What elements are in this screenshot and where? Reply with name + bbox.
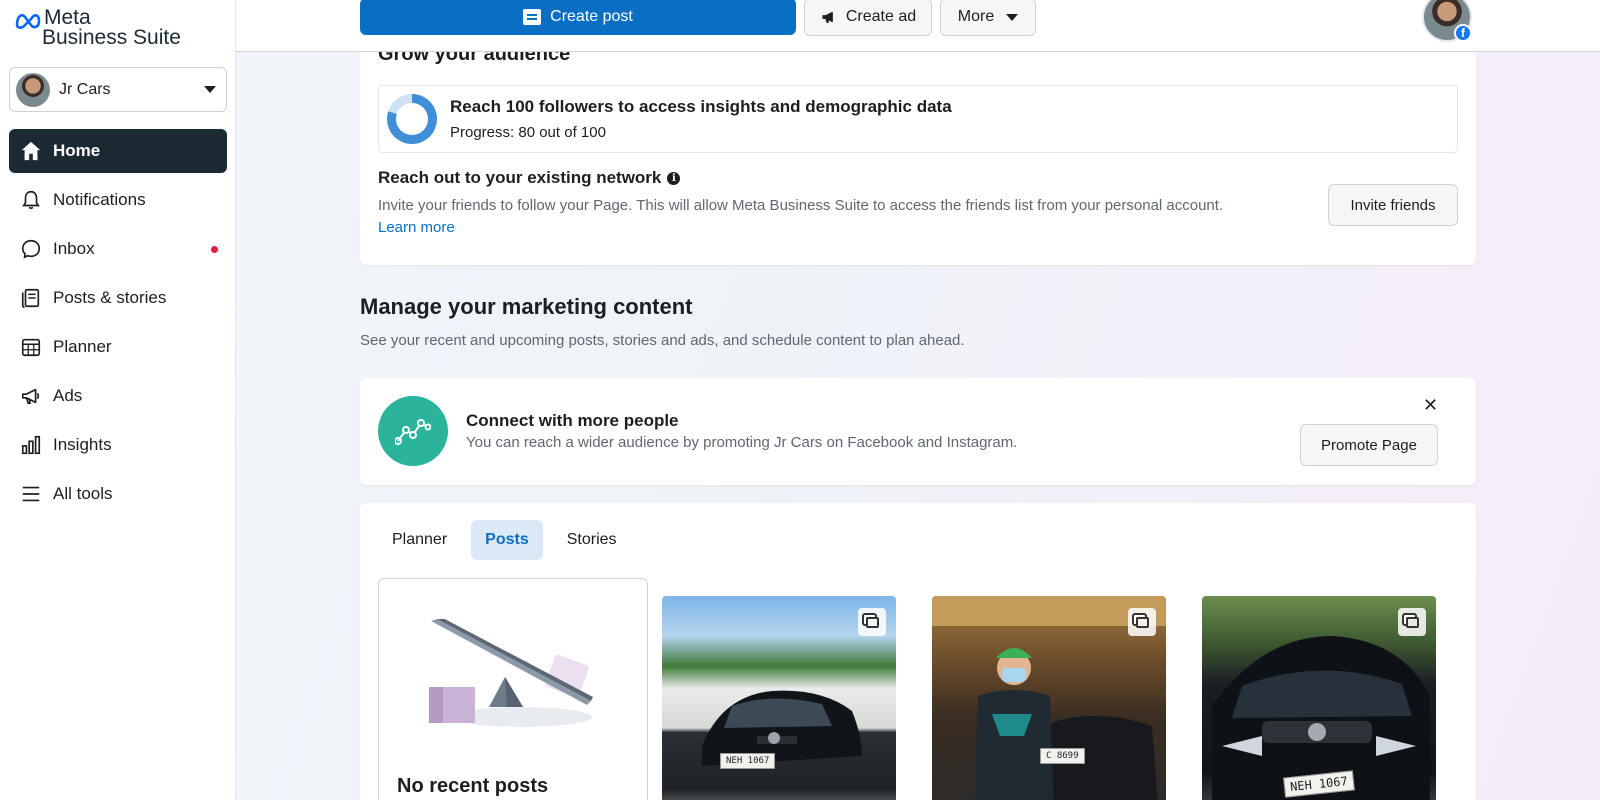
tab-planner[interactable]: Planner [378, 520, 461, 560]
sidebar-item-inbox[interactable]: Inbox [9, 227, 227, 271]
reach-title: Reach 100 followers to access insights a… [450, 97, 952, 116]
sidebar-item-posts-stories[interactable]: Posts & stories [9, 276, 227, 320]
top-bar: Create post Create ad More f [236, 0, 1600, 52]
close-icon[interactable]: ✕ [1423, 395, 1438, 416]
post-thumbnail[interactable]: C 8699 [932, 596, 1166, 800]
followers-progress-box: Reach 100 followers to access insights a… [378, 85, 1458, 153]
sidebar-item-label: Ads [53, 386, 83, 405]
sidebar-item-label: Insights [53, 435, 112, 454]
sidebar-item-home[interactable]: Home [9, 129, 227, 173]
network-desc-text: Invite your friends to follow your Page.… [378, 197, 1224, 214]
license-plate: C 8699 [1040, 748, 1085, 764]
account-name: Jr Cars [59, 80, 111, 98]
learn-more-link[interactable]: Learn more [378, 219, 455, 236]
sidebar-item-label: Notifications [53, 190, 146, 209]
sidebar-nav: Home Notifications Inbox Posts & stories [9, 129, 227, 521]
create-post-button[interactable]: Create post [360, 0, 796, 35]
posts-card: Planner Posts Stories No recent posts NE… [360, 503, 1476, 800]
multi-photo-icon [858, 608, 886, 636]
network-description: Invite your friends to follow your Page.… [378, 195, 1238, 239]
sidebar: Meta Business Suite Jr Cars Home Notific… [0, 0, 236, 800]
grow-audience-card: Grow your audience Reach 100 followers t… [360, 43, 1476, 265]
sidebar-item-all-tools[interactable]: All tools [9, 472, 227, 516]
sidebar-item-label: Posts & stories [53, 288, 167, 307]
connect-card: Connect with more people You can reach a… [360, 378, 1476, 485]
no-recent-posts-title: No recent posts [397, 775, 549, 797]
bell-icon [19, 188, 43, 212]
reach-progress-text: Progress: 80 out of 100 [450, 124, 606, 141]
bar-chart-icon [19, 433, 43, 457]
sidebar-item-label: All tools [53, 484, 113, 503]
home-icon [19, 139, 43, 163]
multi-photo-icon [1128, 608, 1156, 636]
sidebar-item-label: Home [53, 141, 101, 160]
menu-icon [19, 482, 43, 506]
sidebar-item-notifications[interactable]: Notifications [9, 178, 227, 222]
sidebar-item-insights[interactable]: Insights [9, 423, 227, 467]
facebook-icon: f [1454, 24, 1472, 42]
info-icon[interactable]: i [667, 171, 681, 185]
connect-description: You can reach a wider audience by promot… [466, 434, 1018, 451]
account-avatar [16, 72, 50, 107]
progress-ring [387, 94, 437, 144]
account-switcher[interactable]: Jr Cars [9, 67, 227, 112]
manage-description: See your recent and upcoming posts, stor… [360, 332, 965, 349]
chevron-down-icon [1006, 13, 1019, 21]
posts-icon [19, 286, 43, 310]
manage-title: Manage your marketing content [360, 294, 693, 319]
promote-page-button[interactable]: Promote Page [1300, 424, 1438, 466]
no-recent-posts-card: No recent posts [378, 578, 648, 800]
network-title: Reach out to your existing network [378, 168, 662, 187]
seesaw-illustration-icon [429, 619, 593, 727]
tab-posts[interactable]: Posts [471, 520, 543, 560]
license-plate: NEH 1067 [720, 753, 776, 769]
chevron-down-icon [204, 86, 216, 93]
more-button[interactable]: More [940, 0, 1036, 36]
megaphone-icon [19, 384, 43, 408]
profile-avatar[interactable]: f [1422, 0, 1472, 42]
calendar-icon [19, 335, 43, 359]
create-post-label: Create post [550, 7, 633, 25]
meta-business-suite-logo[interactable]: Meta Business Suite [14, 7, 181, 49]
more-label: More [957, 8, 995, 25]
content-tabs: Planner Posts Stories [378, 520, 641, 560]
unread-dot [211, 246, 218, 253]
post-icon [523, 8, 542, 25]
photo-icon [1398, 608, 1426, 636]
create-ad-label: Create ad [845, 8, 917, 25]
post-thumbnail[interactable]: NEH 1067 [662, 596, 896, 800]
post-thumbnail[interactable]: NEH 1067 [1202, 596, 1436, 800]
network-section: Reach out to your existing network i [378, 168, 681, 188]
meta-logo-icon [15, 14, 41, 29]
sidebar-item-planner[interactable]: Planner [9, 325, 227, 369]
brand-line-2: Business Suite [42, 26, 181, 49]
connect-title: Connect with more people [466, 411, 679, 430]
tab-stories[interactable]: Stories [553, 520, 631, 560]
create-ad-button[interactable]: Create ad [804, 0, 932, 36]
sidebar-item-ads[interactable]: Ads [9, 374, 227, 418]
main-content: Grow your audience Reach 100 followers t… [236, 0, 1600, 800]
sidebar-item-label: Inbox [53, 239, 95, 258]
sidebar-item-label: Planner [53, 337, 112, 356]
chat-icon [19, 237, 43, 261]
trend-icon [378, 396, 448, 466]
megaphone-icon [822, 11, 833, 23]
invite-friends-button[interactable]: Invite friends [1328, 184, 1458, 226]
